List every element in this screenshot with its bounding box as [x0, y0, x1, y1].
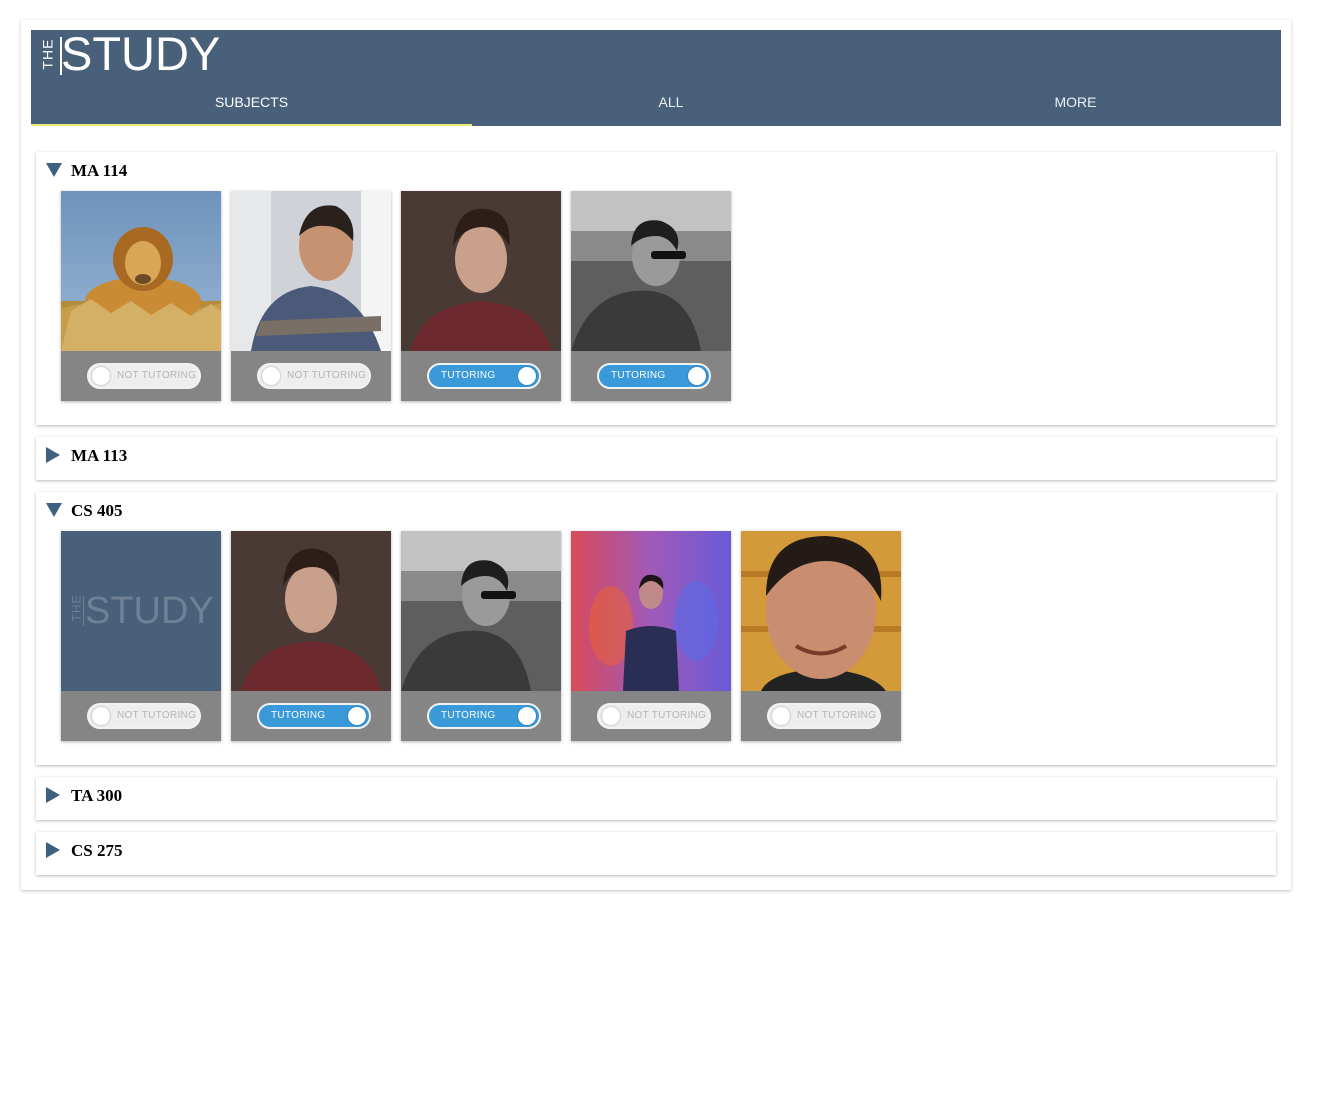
tutor-card: NOT TUTORING — [61, 191, 221, 401]
tutor-card: NOT TUTORING — [741, 531, 901, 741]
toggle-label: NOT TUTORING — [117, 370, 197, 381]
tab-all[interactable]: ALL — [472, 90, 870, 124]
toggle-label: TUTORING — [271, 710, 326, 721]
subject-panel-ma114: MA 114 NOT TUTORING NOT TUTORING TUTORIN… — [36, 152, 1276, 425]
student-portrait-photo — [401, 191, 561, 351]
placeholder-logo-divider — [83, 596, 84, 626]
tutoring-toggle[interactable]: NOT TUTORING — [257, 363, 371, 389]
collapse-triangle-icon — [46, 503, 62, 517]
subject-title: CS 275 — [71, 841, 123, 860]
toggle-knob — [92, 367, 110, 385]
toggle-knob — [602, 707, 620, 725]
subject-title: CS 405 — [71, 501, 123, 520]
tutor-card: TUTORING — [401, 191, 561, 401]
expand-triangle-icon — [46, 842, 60, 858]
app-logo: THE STUDY — [39, 29, 231, 80]
app-header: THE STUDY SUBJECTS ALL MORE — [31, 29, 1281, 126]
toggle-label: TUTORING — [441, 370, 496, 381]
student-colored-lights-photo — [571, 531, 731, 691]
student-portrait-photo — [231, 531, 391, 691]
subject-title: TA 300 — [71, 786, 123, 805]
tutor-card: TUTORING — [231, 531, 391, 741]
tutor-card: NOT TUTORING — [231, 191, 391, 401]
subject-panel-ma113: MA 113 — [36, 437, 1276, 480]
toggle-label: TUTORING — [441, 710, 496, 721]
tutoring-toggle[interactable]: NOT TUTORING — [87, 703, 201, 729]
tutoring-toggle[interactable]: TUTORING — [257, 703, 371, 729]
tutoring-toggle[interactable]: NOT TUTORING — [597, 703, 711, 729]
toggle-knob — [772, 707, 790, 725]
subject-panel-ta300: TA 300 — [36, 777, 1276, 820]
collapse-triangle-icon — [46, 163, 62, 177]
expand-triangle-icon — [46, 787, 60, 803]
subject-panel-cs405: CS 405 THE STUDY NOT TUTORING TUTORING T… — [36, 492, 1276, 765]
toggle-label: NOT TUTORING — [117, 710, 197, 721]
logo-the: THE — [39, 38, 56, 70]
student-sunglasses-bw-photo — [571, 191, 731, 351]
toggle-knob — [92, 707, 110, 725]
toggle-knob — [518, 707, 536, 725]
toggle-knob — [348, 707, 366, 725]
tutoring-toggle[interactable]: NOT TUTORING — [87, 363, 201, 389]
tutoring-toggle[interactable]: TUTORING — [597, 363, 711, 389]
app-container: THE STUDY SUBJECTS ALL MORE MA 114 NOT T… — [21, 20, 1291, 890]
toggle-knob — [262, 367, 280, 385]
subject-title: MA 114 — [71, 161, 128, 180]
expand-triangle-icon — [46, 447, 60, 463]
tutoring-toggle[interactable]: TUTORING — [427, 703, 541, 729]
the-study-logo-placeholder: THE STUDY — [61, 531, 221, 691]
tutor-card: THE STUDY NOT TUTORING — [61, 531, 221, 741]
toggle-knob — [518, 367, 536, 385]
tab-subjects[interactable]: SUBJECTS — [31, 90, 472, 126]
student-closeup-photo — [741, 531, 901, 691]
placeholder-logo-study: STUDY — [85, 590, 214, 632]
subject-title: MA 113 — [71, 446, 128, 465]
toggle-label: NOT TUTORING — [627, 710, 707, 721]
placeholder-logo-the: THE — [69, 594, 84, 622]
lion-photo — [61, 191, 221, 351]
tutoring-toggle[interactable]: TUTORING — [427, 363, 541, 389]
toggle-label: TUTORING — [611, 370, 666, 381]
student-sunglasses-bw-photo — [401, 531, 561, 691]
student-smiling-photo — [231, 191, 391, 351]
toggle-knob — [688, 367, 706, 385]
logo-study: STUDY — [61, 27, 221, 80]
subject-panel-cs275: CS 275 — [36, 832, 1276, 875]
toggle-label: NOT TUTORING — [797, 710, 877, 721]
tutor-card: TUTORING — [401, 531, 561, 741]
toggle-label: NOT TUTORING — [287, 370, 367, 381]
tutoring-toggle[interactable]: NOT TUTORING — [767, 703, 881, 729]
tutor-card: TUTORING — [571, 191, 731, 401]
tutor-card: NOT TUTORING — [571, 531, 731, 741]
tab-more[interactable]: MORE — [870, 90, 1281, 124]
